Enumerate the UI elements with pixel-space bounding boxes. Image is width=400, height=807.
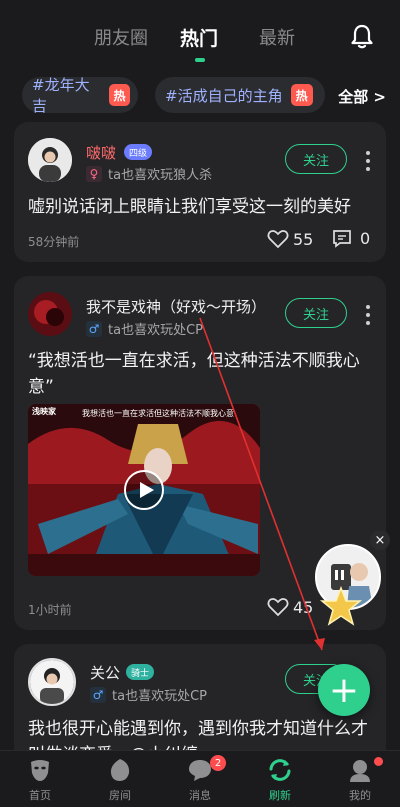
post-time: 1小时前 xyxy=(28,603,72,617)
nav-label: 首页 xyxy=(29,789,51,802)
heart-icon xyxy=(267,598,289,617)
topic-chip-be-protagonist[interactable]: #活成自己的主角 热 xyxy=(155,77,325,113)
like-button[interactable]: 55 xyxy=(267,229,313,249)
nav-profile[interactable]: 我的 xyxy=(320,751,400,807)
topic-label: #龙年大吉 xyxy=(32,76,90,115)
post-text: 嘘别说话闭上眼睛让我们享受这一刻的美好 xyxy=(28,197,351,217)
female-icon: ♀ xyxy=(86,165,102,182)
more-options-icon[interactable] xyxy=(365,305,371,329)
create-post-button[interactable]: + xyxy=(318,664,370,716)
avatar[interactable] xyxy=(28,658,76,706)
post-card[interactable]: 啵啵 四级 ♀ ta也喜欢玩狼人杀 关注 嘘别说话闭上眼睛让我们享受这一刻的美好… xyxy=(14,122,386,262)
top-bar: 朋友圈 热门 最新 xyxy=(0,0,400,70)
comment-button[interactable]: 0 xyxy=(332,229,370,248)
more-options-icon[interactable] xyxy=(365,151,371,175)
notification-dot xyxy=(374,757,383,766)
video-watermark-logo: 浅映家 xyxy=(32,407,56,416)
nav-label: 刷新 xyxy=(269,789,291,802)
unread-badge: 2 xyxy=(210,755,226,771)
hot-badge: 热 xyxy=(109,84,130,106)
like-count: 45 xyxy=(293,597,314,617)
follow-button[interactable]: 关注 xyxy=(285,298,347,328)
username[interactable]: 我不是戏神（好戏～开场） xyxy=(86,296,266,317)
nav-label: 消息 xyxy=(189,789,211,802)
topic-label: #活成自己的主角 xyxy=(165,86,283,105)
nav-home[interactable]: 首页 xyxy=(0,751,80,807)
video-caption: 我想活也一直在求活但这种活法不顺我心意 xyxy=(82,409,234,418)
topic-chip-dragon-year[interactable]: #龙年大吉 热 xyxy=(22,76,138,115)
hot-badge: 热 xyxy=(290,84,313,106)
avatar[interactable] xyxy=(28,138,72,182)
active-tab-indicator xyxy=(195,58,205,62)
tab-latest[interactable]: 最新 xyxy=(259,24,295,50)
level-badge: 四级 xyxy=(124,144,153,160)
play-icon[interactable] xyxy=(124,470,164,510)
tab-hot[interactable]: 热门 xyxy=(180,24,218,51)
comment-count: 0 xyxy=(360,229,371,248)
nav-label: 我的 xyxy=(349,789,371,802)
male-icon: ♂ xyxy=(90,686,106,703)
interest-text: ta也喜欢玩处CP xyxy=(112,689,207,704)
star-icon xyxy=(319,586,363,626)
heart-icon xyxy=(267,230,289,249)
user-subtitle: ♂ ta也喜欢玩处CP xyxy=(90,685,207,704)
nav-refresh[interactable]: 刷新 xyxy=(240,751,320,807)
profile-icon xyxy=(350,760,370,782)
post-time: 58分钟前 xyxy=(28,235,80,249)
refresh-icon xyxy=(269,759,291,781)
interest-text: ta也喜欢玩狼人杀 xyxy=(108,168,213,183)
like-button[interactable]: 45 xyxy=(267,597,313,617)
video-thumbnail[interactable]: 浅映家 我想活也一直在求活但这种活法不顺我心意 xyxy=(28,404,260,576)
home-mask-icon xyxy=(31,760,49,781)
user-subtitle: ♂ ta也喜欢玩处CP xyxy=(86,319,203,338)
like-count: 55 xyxy=(293,229,314,249)
post-text: “我想活也一直在求活，但这种活法不顺我心意” xyxy=(28,351,360,397)
bottom-nav: 首页 房间 2 消息 刷新 我的 xyxy=(0,750,400,807)
username[interactable]: 关公 xyxy=(90,662,120,683)
close-floating-icon[interactable]: × xyxy=(370,530,390,550)
nav-room[interactable]: 房间 xyxy=(80,751,160,807)
male-icon: ♂ xyxy=(86,320,102,337)
interest-text: ta也喜欢玩处CP xyxy=(108,323,203,338)
topic-chips: #龙年大吉 热 #活成自己的主角 热 全部 > xyxy=(22,76,400,115)
bell-icon[interactable] xyxy=(348,22,376,50)
user-subtitle: ♀ ta也喜欢玩狼人杀 xyxy=(86,164,212,183)
comment-icon xyxy=(333,230,351,248)
nav-label: 房间 xyxy=(109,789,131,802)
all-topics-link[interactable]: 全部 > xyxy=(338,86,386,107)
follow-button[interactable]: 关注 xyxy=(285,144,347,174)
username[interactable]: 啵啵 xyxy=(86,142,116,163)
avatar[interactable] xyxy=(28,292,72,336)
nav-messages[interactable]: 2 消息 xyxy=(160,751,240,807)
room-icon xyxy=(110,759,130,781)
tab-friends[interactable]: 朋友圈 xyxy=(94,24,148,50)
level-badge: 骑士 xyxy=(126,664,155,680)
